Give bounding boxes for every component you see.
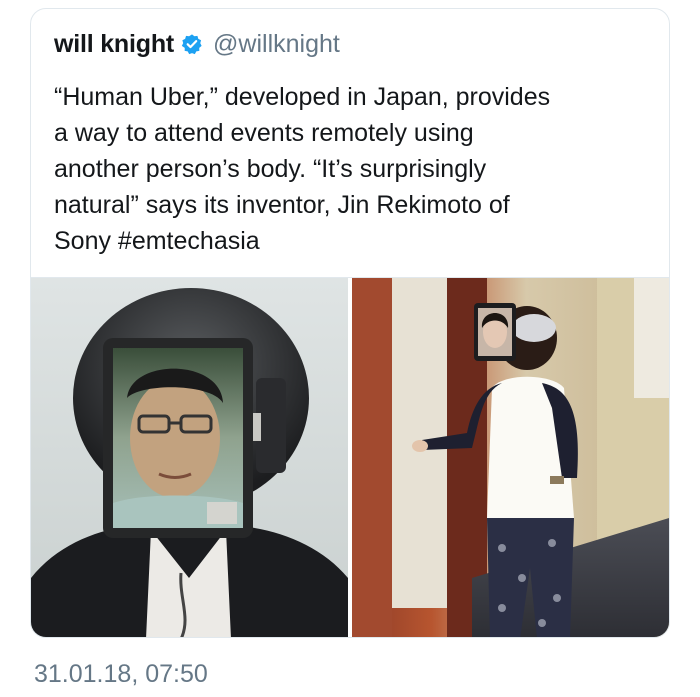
user-handle[interactable]: @willknight <box>213 30 340 59</box>
tweet-text: “Human Uber,” developed in Japan, provid… <box>54 83 551 255</box>
tweet-timestamp[interactable]: 31.01.18, 07:50 <box>34 660 208 689</box>
media-grid <box>31 277 669 637</box>
photo-woman-in-hallway-with-tablet-face[interactable] <box>352 278 669 637</box>
tweet-card[interactable]: will knight @willknight “Human Uber,” de… <box>30 8 670 638</box>
display-name[interactable]: will knight <box>54 30 174 59</box>
verified-badge-icon <box>181 33 203 55</box>
author-row: will knight @willknight <box>54 29 340 59</box>
photo-man-wearing-helmet-with-tablet-face[interactable] <box>31 278 348 637</box>
